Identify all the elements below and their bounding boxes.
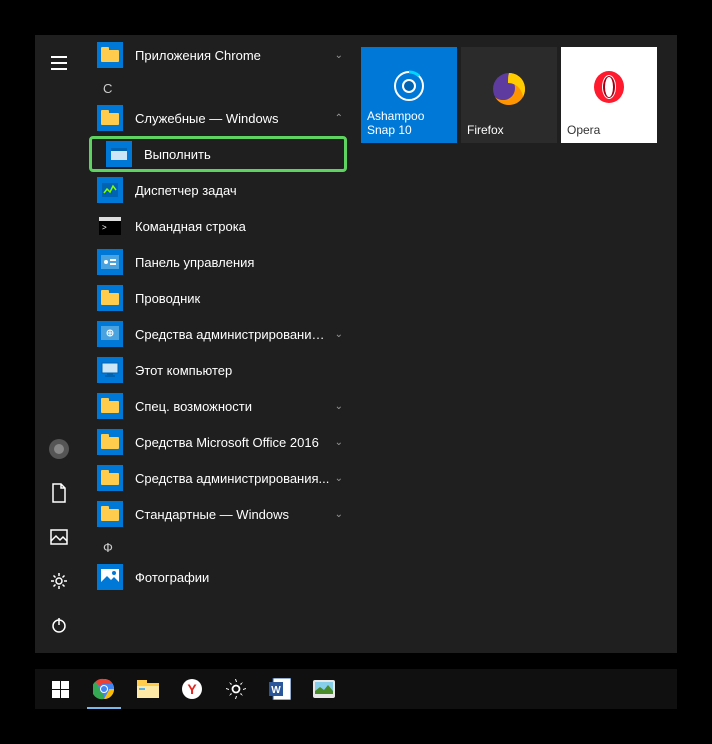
taskbar-word[interactable]: W xyxy=(259,669,301,709)
chevron-down-icon: ⌄ xyxy=(335,509,343,520)
tile-label: Ashampoo Snap 10 xyxy=(367,109,451,137)
chevron-down-icon: ⌄ xyxy=(335,473,343,484)
photos-icon xyxy=(97,564,123,590)
app-admin-tools[interactable]: Средства администрирования Wi... ⌄ xyxy=(83,316,353,352)
tile-ashampoo[interactable]: Ashampoo Snap 10 xyxy=(361,47,457,143)
chrome-icon xyxy=(93,678,115,700)
hamburger-icon xyxy=(51,56,67,70)
tile-opera[interactable]: Opera xyxy=(561,47,657,143)
cmd-icon: > xyxy=(97,213,123,239)
folder-icon xyxy=(97,285,123,311)
app-this-pc[interactable]: Этот компьютер xyxy=(83,352,353,388)
app-label: Фотографии xyxy=(135,570,343,585)
taskbar-explorer[interactable] xyxy=(127,669,169,709)
snap-icon xyxy=(313,680,335,698)
user-button[interactable] xyxy=(39,429,79,469)
app-standard[interactable]: Стандартные — Windows ⌄ xyxy=(83,496,353,532)
folder-icon xyxy=(97,465,123,491)
svg-text:Y: Y xyxy=(187,681,197,697)
app-label: Панель управления xyxy=(135,255,343,270)
this-pc-icon xyxy=(97,357,123,383)
svg-text:>: > xyxy=(102,223,107,232)
folder-icon xyxy=(97,429,123,455)
power-icon xyxy=(50,616,68,634)
app-label: Стандартные — Windows xyxy=(135,507,331,522)
app-admin-tools2[interactable]: Средства администрирования... ⌄ xyxy=(83,460,353,496)
power-button[interactable] xyxy=(39,605,79,645)
control-panel-icon xyxy=(97,249,123,275)
tile-label: Firefox xyxy=(467,123,551,137)
chevron-down-icon: ⌄ xyxy=(335,437,343,448)
opera-icon xyxy=(591,69,627,105)
app-explorer[interactable]: Проводник xyxy=(83,280,353,316)
chevron-up-icon: ⌃ xyxy=(335,113,343,124)
tile-firefox[interactable]: Firefox xyxy=(461,47,557,143)
yandex-icon: Y xyxy=(181,678,203,700)
run-icon xyxy=(106,141,132,167)
chevron-down-icon: ⌄ xyxy=(335,329,343,340)
folder-icon xyxy=(97,105,123,131)
app-chrome-apps[interactable]: Приложения Chrome ⌄ xyxy=(83,37,353,73)
app-label: Служебные — Windows xyxy=(135,111,331,126)
app-label: Спец. возможности xyxy=(135,399,331,414)
app-label: Диспетчер задач xyxy=(135,183,343,198)
tile-label: Opera xyxy=(567,123,651,137)
settings-button[interactable] xyxy=(39,561,79,601)
app-office[interactable]: Средства Microsoft Office 2016 ⌄ xyxy=(83,424,353,460)
letter-header-c[interactable]: С xyxy=(83,73,353,100)
pictures-button[interactable] xyxy=(39,517,79,557)
gear-icon xyxy=(226,679,246,699)
taskbar-yandex[interactable]: Y xyxy=(171,669,213,709)
left-rail xyxy=(35,35,83,653)
user-icon xyxy=(49,439,69,459)
app-label: Этот компьютер xyxy=(135,363,343,378)
app-label: Средства Microsoft Office 2016 xyxy=(135,435,331,450)
start-button[interactable] xyxy=(39,669,81,709)
taskbar-snap[interactable] xyxy=(303,669,345,709)
taskbar: Y W xyxy=(35,669,677,709)
document-icon xyxy=(51,483,67,503)
folder-icon xyxy=(97,501,123,527)
app-photos[interactable]: Фотографии xyxy=(83,559,353,595)
pictures-icon xyxy=(50,529,68,545)
documents-button[interactable] xyxy=(39,473,79,513)
app-cmd[interactable]: > Командная строка xyxy=(83,208,353,244)
menu-button[interactable] xyxy=(39,43,79,83)
folder-icon xyxy=(97,42,123,68)
explorer-icon xyxy=(137,680,159,698)
taskbar-settings[interactable] xyxy=(215,669,257,709)
taskbar-chrome[interactable] xyxy=(83,669,125,709)
svg-text:W: W xyxy=(271,685,281,696)
gear-icon xyxy=(50,572,68,590)
app-control-panel[interactable]: Панель управления xyxy=(83,244,353,280)
app-label: Средства администрирования... xyxy=(135,471,331,486)
app-system-windows[interactable]: Служебные — Windows ⌃ xyxy=(83,100,353,136)
app-label: Выполнить xyxy=(144,147,334,162)
ashampoo-icon xyxy=(392,69,426,103)
app-list[interactable]: Приложения Chrome ⌄ С Служебные — Window… xyxy=(83,35,353,653)
windows-icon xyxy=(52,681,69,698)
app-accessibility[interactable]: Спец. возможности ⌄ xyxy=(83,388,353,424)
task-manager-icon xyxy=(97,177,123,203)
app-label: Средства администрирования Wi... xyxy=(135,327,331,342)
folder-icon xyxy=(97,393,123,419)
word-icon: W xyxy=(269,678,291,700)
start-menu: Приложения Chrome ⌄ С Служебные — Window… xyxy=(35,35,677,653)
admin-tools-icon xyxy=(97,321,123,347)
app-label: Приложения Chrome xyxy=(135,48,331,63)
app-label: Командная строка xyxy=(135,219,343,234)
chevron-down-icon: ⌄ xyxy=(335,50,343,61)
chevron-down-icon: ⌄ xyxy=(335,401,343,412)
app-run[interactable]: Выполнить xyxy=(89,136,347,172)
app-task-manager[interactable]: Диспетчер задач xyxy=(83,172,353,208)
app-label: Проводник xyxy=(135,291,343,306)
firefox-icon xyxy=(489,69,529,109)
tiles-area: Ashampoo Snap 10 Firefox Opera xyxy=(353,35,677,653)
letter-header-f[interactable]: Ф xyxy=(83,532,353,559)
